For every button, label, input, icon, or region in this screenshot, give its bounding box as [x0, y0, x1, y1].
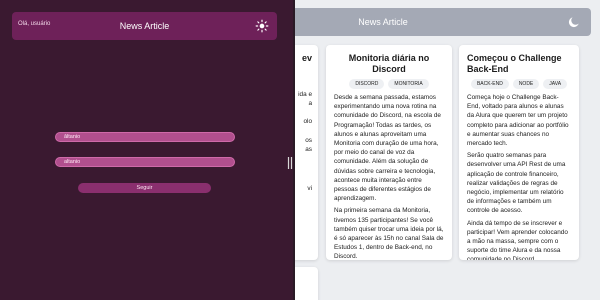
tag[interactable]: MONITORIA — [388, 79, 429, 89]
username-field[interactable]: âltanio — [55, 132, 235, 142]
news-card-paragraph: Desde a semana passada, estamos experime… — [334, 94, 441, 203]
login-panel: Olá, usuário News Article âltanio altani… — [0, 0, 293, 300]
panel-title: News Article — [119, 21, 170, 31]
tag-list: DISCORD MONITORIA — [334, 79, 444, 89]
news-card[interactable]: Monitoria diária no Discord DISCORD MONI… — [326, 45, 452, 260]
news-card-paragraph: Começa hoje o Challenge Back-End, voltad… — [467, 94, 569, 148]
news-card-paragraph: Serão quatro semanas para desenvolver um… — [467, 152, 566, 215]
news-card-title: Monitoria diária no Discord — [348, 53, 430, 74]
news-card[interactable]: Começou o Challenge Back-End BACK-END NO… — [459, 45, 579, 260]
tag-list: BACK-END NODE JAVA — [467, 79, 571, 89]
password-field[interactable]: altanio — [55, 157, 235, 167]
news-card-paragraph: Na primeira semana da Monitoria, tivemos… — [334, 207, 444, 260]
tag[interactable]: DISCORD — [349, 79, 385, 89]
user-greeting: Olá, usuário — [18, 21, 51, 27]
moon-icon[interactable] — [567, 15, 581, 29]
background-header-title: News Article — [358, 17, 408, 27]
tag[interactable]: BACK-END — [470, 79, 509, 89]
tag[interactable]: NODE — [512, 79, 540, 89]
resize-handle-icon[interactable] — [287, 156, 293, 170]
panel-divider — [293, 0, 295, 300]
news-card-paragraph: Ainda dá tempo de se inscrever e partici… — [467, 219, 568, 260]
tag[interactable]: JAVA — [543, 79, 568, 89]
submit-button[interactable]: Seguir — [78, 183, 211, 193]
news-card-title: Começou o Challenge Back-End — [467, 53, 562, 74]
sun-icon[interactable] — [255, 19, 269, 33]
panel-header: Olá, usuário News Article — [12, 12, 277, 40]
